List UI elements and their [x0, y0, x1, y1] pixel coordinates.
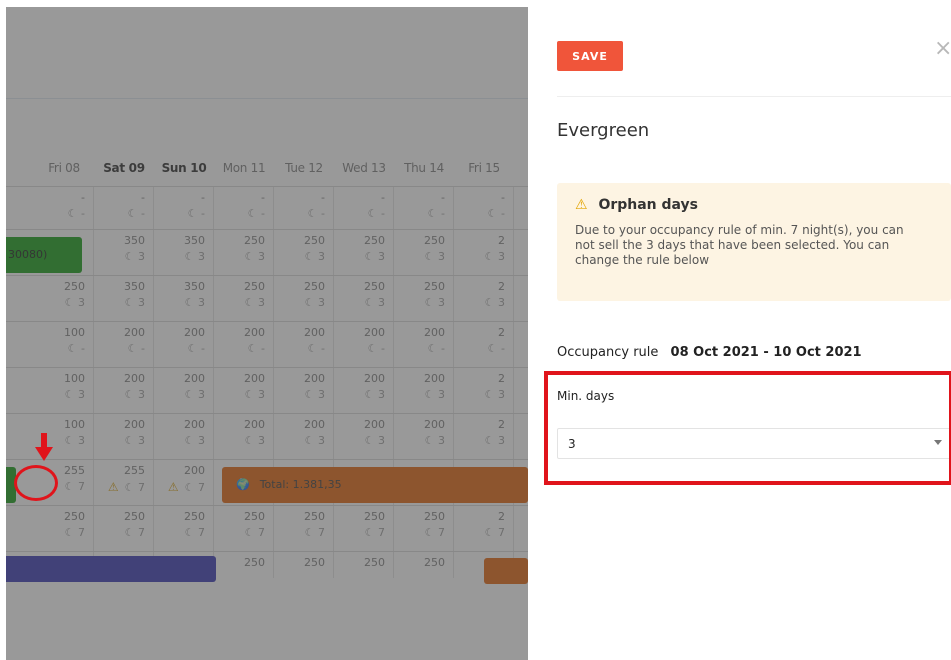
rate-edit-panel: SAVE × Evergreen ⚠ Orphan days Due to yo… — [528, 0, 951, 660]
occupancy-rule-heading: Occupancy rule 08 Oct 2021 - 10 Oct 2021 — [557, 345, 862, 360]
alert-message: Due to your occupancy rule of min. 7 nig… — [575, 223, 904, 267]
panel-title: Evergreen — [557, 120, 650, 141]
annotation-highlight-box — [544, 371, 951, 485]
close-icon[interactable]: × — [934, 38, 951, 60]
screen: Fri 08Sat 09Sun 10Mon 11Tue 12Wed 13Thu … — [0, 0, 951, 660]
occupancy-rule-label: Occupancy rule — [557, 345, 659, 360]
annotation-circle — [14, 465, 58, 501]
divider — [557, 96, 951, 97]
orphan-days-alert: ⚠ Orphan days Due to your occupancy rule… — [557, 183, 951, 301]
save-button[interactable]: SAVE — [557, 41, 623, 71]
occupancy-rule-dates: 08 Oct 2021 - 10 Oct 2021 — [670, 345, 862, 360]
annotation-arrow — [35, 433, 53, 461]
availability-calendar: Fri 08Sat 09Sun 10Mon 11Tue 12Wed 13Thu … — [6, 7, 528, 660]
modal-backdrop[interactable] — [6, 7, 528, 660]
warning-icon: ⚠ — [575, 197, 588, 213]
alert-heading: Orphan days — [598, 197, 699, 213]
